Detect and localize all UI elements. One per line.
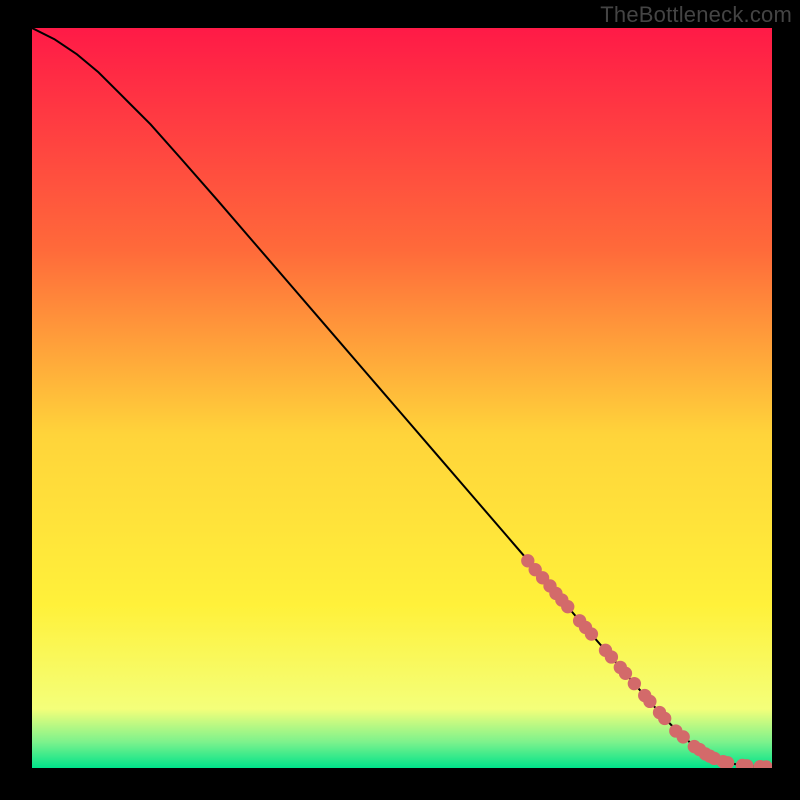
marker-dot bbox=[619, 667, 632, 680]
marker-dot bbox=[605, 650, 618, 663]
plot-area bbox=[32, 28, 772, 768]
marker-dot bbox=[585, 627, 598, 640]
chart-stage: TheBottleneck.com bbox=[0, 0, 800, 800]
marker-dot bbox=[628, 677, 641, 690]
chart-svg bbox=[32, 28, 772, 768]
marker-dot bbox=[561, 600, 574, 613]
watermark-text: TheBottleneck.com bbox=[600, 2, 792, 28]
gradient-background bbox=[32, 28, 772, 768]
marker-dot bbox=[658, 712, 671, 725]
marker-dot bbox=[643, 695, 656, 708]
marker-dot bbox=[677, 730, 690, 743]
